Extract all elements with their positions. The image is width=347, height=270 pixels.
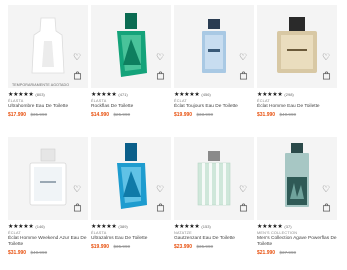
wishlist-heart-icon[interactable]: ♡ [238, 184, 248, 194]
product-name[interactable]: Éclat Toujours Eau De Toilette [174, 104, 254, 110]
product-image[interactable]: ♡ [91, 5, 171, 88]
product-rating: ★★★★★ (471) [91, 92, 171, 98]
sale-price: $14.990 [91, 112, 110, 118]
star-icon: ★★★★★ [174, 224, 200, 230]
sale-price: $19.990 [91, 244, 110, 250]
original-price: $40.990 [279, 112, 297, 117]
product-name[interactable]: Éclat Homme Eau De Toilette [257, 104, 337, 110]
stock-badge: TEMPORARIAMENTE AGOTADO [12, 83, 70, 87]
original-price: $37.990 [279, 250, 297, 255]
product-rating: ★★★★★ (37) [257, 224, 337, 230]
product-prices: $19.990 $35.990 [91, 243, 171, 251]
product-name[interactable]: Ultrahombre Eau De Toilette [8, 104, 88, 110]
product-image[interactable]: ♡ [257, 5, 337, 88]
product-rating: ★★★★★ (298) [257, 92, 337, 98]
wishlist-heart-icon[interactable]: ♡ [321, 184, 331, 194]
sale-price: $21.990 [257, 250, 276, 256]
review-count: (389) [118, 224, 128, 229]
product-name[interactable]: Ultrazalms Eau De Toilette [91, 236, 171, 242]
product-prices: $23.990 $35.990 [174, 243, 254, 251]
wishlist-heart-icon[interactable]: ♡ [238, 52, 248, 62]
original-price: $35.990 [30, 112, 48, 117]
product-prices: $31.990 $40.990 [257, 111, 337, 119]
product-image[interactable]: ♡ [174, 137, 254, 220]
review-count: (37) [284, 224, 292, 229]
product-rating: ★★★★★ (153) [174, 224, 254, 230]
review-count: (456) [201, 92, 211, 97]
review-count: (146) [35, 224, 45, 229]
add-to-bag-icon[interactable] [73, 203, 82, 212]
star-icon: ★★★★★ [91, 92, 117, 98]
product-image[interactable]: ♡ TEMPORARIAMENTE AGOTADO [8, 5, 88, 88]
add-to-bag-icon[interactable] [322, 71, 331, 80]
product-image[interactable]: ♡ [8, 137, 88, 220]
sale-price: $19.990 [174, 112, 193, 118]
product-image[interactable]: ♡ [257, 137, 337, 220]
sale-price: $23.990 [174, 244, 193, 250]
original-price: $35.990 [113, 244, 131, 249]
review-count: (298) [284, 92, 294, 97]
add-to-bag-icon[interactable] [322, 203, 331, 212]
product-name[interactable]: Rockflas De Toilette [91, 104, 171, 110]
product-card[interactable]: ♡ ★★★★★ (298) ÉCLAT Éclat Homme Eau De T… [257, 5, 337, 119]
wishlist-heart-icon[interactable]: ♡ [155, 184, 165, 194]
product-image[interactable]: ♡ [91, 137, 171, 220]
product-prices: $21.990 $37.990 [257, 249, 337, 257]
star-icon: ★★★★★ [8, 92, 34, 98]
add-to-bag-icon[interactable] [239, 71, 248, 80]
star-icon: ★★★★★ [8, 224, 34, 230]
product-card[interactable]: ♡ ★★★★★ (456) ÉCLAT Éclat Toujours Eau D… [174, 5, 254, 119]
product-rating: ★★★★★ (389) [91, 224, 171, 230]
product-card[interactable]: ♡ TEMPORARIAMENTE AGOTADO ★★★★★ (803) ÉL… [8, 5, 88, 119]
add-to-bag-icon[interactable] [73, 71, 82, 80]
review-count: (153) [201, 224, 211, 229]
product-card[interactable]: ♡ ★★★★★ (37) MEN'S COLLECTION Men's Coll… [257, 137, 337, 257]
add-to-bag-icon[interactable] [239, 203, 248, 212]
product-prices: $19.990 $33.990 [174, 111, 254, 119]
product-rating: ★★★★★ (146) [8, 224, 88, 230]
star-icon: ★★★★★ [174, 92, 200, 98]
product-card[interactable]: ♡ ★★★★★ (146) ÉCLAT Éclat Homme Weekend … [8, 137, 88, 257]
add-to-bag-icon[interactable] [156, 203, 165, 212]
star-icon: ★★★★★ [91, 224, 117, 230]
product-name[interactable]: Men's Collection Agave Powerflas De Toil… [257, 236, 337, 248]
wishlist-heart-icon[interactable]: ♡ [321, 52, 331, 62]
product-name[interactable]: Gautzenzant Eau De Toilette [174, 236, 254, 242]
product-rating: ★★★★★ (456) [174, 92, 254, 98]
original-price: $35.990 [196, 244, 214, 249]
product-image[interactable]: ♡ [174, 5, 254, 88]
product-card[interactable]: ♡ ★★★★★ (153) NATATZE Gautzenzant Eau De… [174, 137, 254, 251]
wishlist-heart-icon[interactable]: ♡ [155, 52, 165, 62]
star-icon: ★★★★★ [257, 92, 283, 98]
review-count: (471) [118, 92, 128, 97]
original-price: $33.990 [196, 112, 214, 117]
sale-price: $17.990 [8, 112, 27, 118]
product-card[interactable]: ♡ ★★★★★ (389) ÉLASTA Ultrazalms Eau De T… [91, 137, 171, 251]
sale-price: $31.990 [257, 112, 276, 118]
product-grid: ♡ TEMPORARIAMENTE AGOTADO ★★★★★ (803) ÉL… [0, 0, 347, 270]
product-prices: $14.990 $25.990 [91, 111, 171, 119]
product-prices: $31.990 $40.990 [8, 249, 88, 257]
product-rating: ★★★★★ (803) [8, 92, 88, 98]
review-count: (803) [35, 92, 45, 97]
sale-price: $31.990 [8, 250, 27, 256]
wishlist-heart-icon[interactable]: ♡ [72, 52, 82, 62]
original-price: $40.990 [30, 250, 48, 255]
star-icon: ★★★★★ [257, 224, 283, 230]
product-card[interactable]: ♡ ★★★★★ (471) ÉLASTA Rockflas De Toilett… [91, 5, 171, 119]
add-to-bag-icon[interactable] [156, 71, 165, 80]
wishlist-heart-icon[interactable]: ♡ [72, 184, 82, 194]
product-name[interactable]: Éclat Homme Weekend Azur Eau De Toilette [8, 236, 88, 248]
product-prices: $17.990 $35.990 [8, 111, 88, 119]
original-price: $25.990 [113, 112, 131, 117]
